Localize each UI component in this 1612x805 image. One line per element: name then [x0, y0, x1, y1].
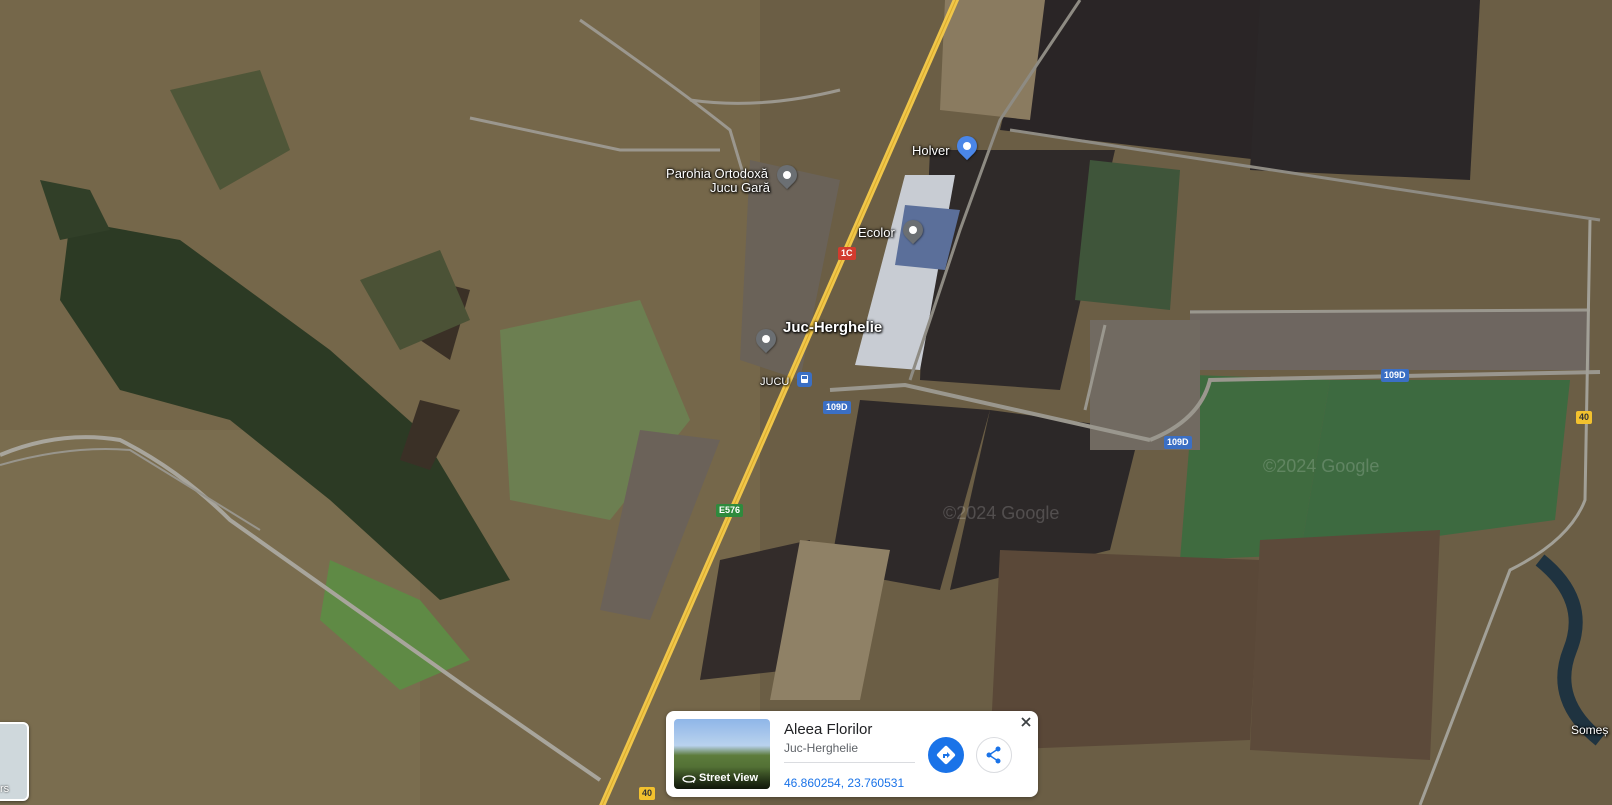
360-rotate-icon — [682, 775, 696, 783]
place-label-parohia-line1: Parohia Ortodoxă — [666, 166, 768, 181]
station-label-jucu[interactable]: JUCU — [760, 375, 789, 389]
place-info-card: Street View Aleea Florilor Juc-Herghelie… — [666, 711, 1038, 797]
street-view-label: Street View — [699, 772, 759, 784]
road-shield-109d: 109D — [1381, 369, 1409, 382]
map-watermark: ©2024 Google — [943, 503, 1060, 523]
directions-icon — [936, 745, 956, 765]
road-shield-109d: 109D — [823, 401, 851, 414]
road-shield-40: 40 — [1576, 411, 1593, 424]
place-label-holver[interactable]: Holver — [912, 144, 950, 158]
road-shield-40: 40 — [639, 787, 656, 800]
road-shield-109d: 109D — [1164, 436, 1192, 449]
layers-toggle-label: rs — [0, 783, 10, 795]
place-label-somes[interactable]: Someș — [1571, 723, 1608, 737]
place-label-parohia-line2: Jucu Gară — [710, 180, 770, 195]
road-shield-1c: 1C — [838, 247, 856, 260]
street-view-thumbnail[interactable]: Street View — [674, 719, 770, 789]
bus-icon[interactable] — [797, 372, 812, 387]
place-label-juc-herghelie[interactable]: Juc-Herghelie — [783, 319, 882, 336]
map-watermark: ©2024 Google — [1263, 456, 1380, 476]
place-label-ecolor[interactable]: Ecolor — [858, 226, 895, 240]
close-icon[interactable] — [1019, 715, 1033, 729]
road-shield-e576: E576 — [716, 504, 744, 517]
place-title: Aleea Florilor — [784, 721, 873, 738]
card-divider — [784, 762, 915, 763]
satellite-map[interactable] — [0, 0, 1612, 805]
place-label-parohia[interactable]: Parohia Ortodoxă Jucu Gară — [664, 167, 770, 195]
coordinates-link[interactable]: 46.860254, 23.760531 — [784, 776, 904, 790]
share-button[interactable] — [976, 737, 1012, 773]
share-icon — [986, 746, 1001, 764]
layers-toggle[interactable]: rs — [0, 722, 29, 801]
place-subtitle: Juc-Herghelie — [784, 741, 859, 755]
directions-button[interactable] — [928, 737, 964, 773]
